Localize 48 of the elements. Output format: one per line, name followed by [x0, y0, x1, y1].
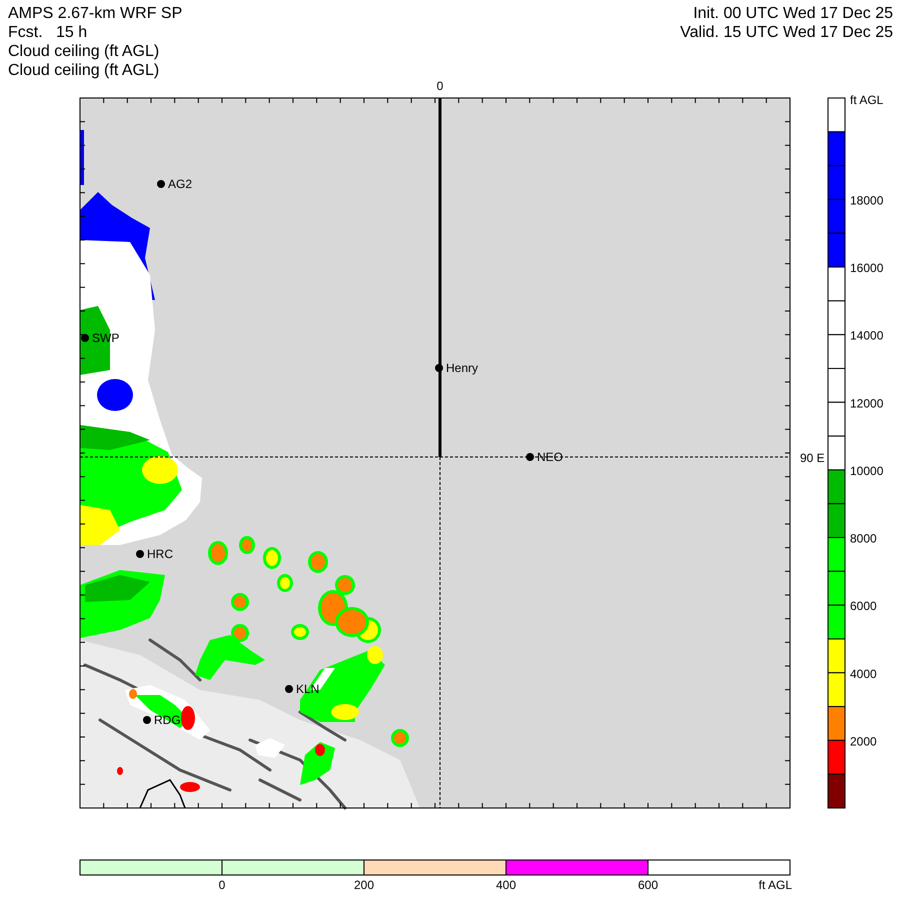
legend-tick-label: 600 — [638, 878, 658, 892]
station-dot — [143, 716, 151, 724]
colorbar-tick-label: 18000 — [850, 193, 884, 208]
station-dot — [285, 685, 293, 693]
colorbar-units: ft AGL — [850, 93, 884, 107]
station-label: RDG — [154, 713, 181, 727]
model-title: AMPS 2.67-km WRF SP — [8, 4, 182, 23]
coastline — [139, 779, 186, 808]
cloud-patch — [239, 536, 255, 554]
legend-tick-label: 0 — [218, 878, 226, 892]
station-label: AG2 — [168, 177, 192, 191]
legend-tick-label: 200 — [354, 878, 374, 892]
meridian-label: 0 — [436, 80, 444, 93]
colorbar-tick-label: 8000 — [850, 532, 877, 546]
cloud-patch — [208, 541, 228, 565]
legend-tick-label: 400 — [496, 878, 516, 892]
cloud-patch — [231, 593, 249, 611]
init-time: Init. 00 UTC Wed 17 Dec 25 — [692, 4, 893, 23]
cloud-patch — [117, 767, 123, 775]
cloud-patch — [180, 782, 200, 792]
colorbar-tick-label: 2000 — [850, 734, 877, 748]
colorbar-tick-label: 14000 — [850, 328, 884, 343]
cloud-patch — [391, 729, 409, 747]
station-dot — [81, 334, 89, 342]
colorbar-tick-label: 6000 — [850, 599, 877, 614]
station-dot — [136, 550, 144, 558]
field-name: Cloud ceiling (ft AGL) — [8, 61, 160, 80]
cloud-patch — [291, 624, 309, 640]
colorbar-tick-label: 12000 — [850, 396, 884, 410]
field-name: Cloud ceiling (ft AGL) — [8, 42, 160, 61]
cloud-patch — [308, 551, 328, 573]
cloud-patch — [255, 738, 285, 758]
colorbar-tick-label: 16000 — [850, 261, 884, 276]
cloud-patch — [335, 607, 369, 637]
cloud-patch — [80, 130, 84, 185]
parallel-label: 90 E — [800, 451, 825, 465]
legend-units: ft AGL — [758, 878, 792, 892]
cloud-patch — [277, 574, 293, 592]
station-dot — [435, 364, 443, 372]
forecast-hour: Fcst. 15 h — [8, 23, 88, 42]
valid-time: Valid. 15 UTC Wed 17 Dec 25 — [680, 23, 893, 42]
colorbar-tick-label: 10000 — [850, 464, 884, 478]
station-dot — [157, 180, 165, 188]
station-label: Henry — [446, 361, 478, 375]
station-label: HRC — [147, 547, 173, 561]
cloud-patch — [263, 547, 281, 569]
station-dot — [526, 453, 534, 461]
colorbar-tick-label: 4000 — [850, 666, 877, 681]
